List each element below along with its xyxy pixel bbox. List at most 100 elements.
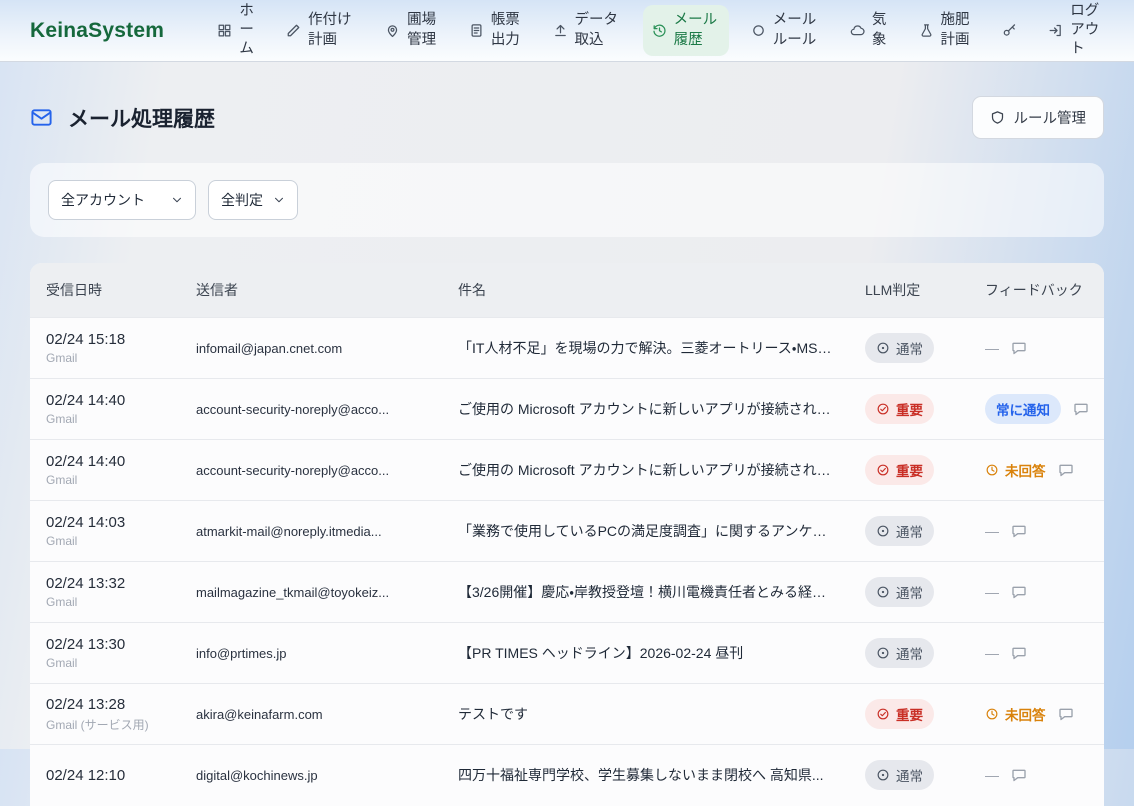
received-datetime: 02/24 15:18 [46,331,164,348]
nav-item-label: 施肥計画 [941,11,972,49]
table-row[interactable]: 02/24 14:40 Gmail account-security-norep… [30,440,1104,501]
received-datetime: 02/24 14:40 [46,392,164,409]
feedback-status: 未回答 [985,704,1046,724]
llm-judgement-badge: 通常 [865,516,934,546]
nav-item-cloud[interactable]: 気象 [841,5,897,55]
document-icon [469,23,484,38]
circle-dot-icon [876,524,890,538]
comment-icon[interactable] [1011,645,1027,661]
comment-icon[interactable] [1058,706,1074,722]
account-filter-value: 全アカウント [61,190,145,210]
circle-dot-icon [876,768,890,782]
mail-subject: ご使用の Microsoft アカウントに新しいアプリが接続されました [458,462,849,478]
page-title: メール処理履歴 [30,103,215,133]
chevron-down-icon [171,194,183,206]
map-pin-icon [385,23,400,38]
comment-icon[interactable] [1011,523,1027,539]
llm-judgement-badge: 重要 [865,394,934,424]
home-icon [217,23,232,38]
comment-icon[interactable] [1011,340,1027,356]
nav-item-label: 気象 [872,11,888,49]
nav-item-logout[interactable]: ログアウト [1039,0,1110,65]
sender-email: account-security-noreply@acco... [196,402,389,417]
circle-dot-icon [876,585,890,599]
nav-item-map-pin[interactable]: 圃場管理 [376,5,447,55]
upload-icon [553,23,568,38]
mail-subject: 四万十福祉専門学校、学生募集しないまま閉校へ 高知県... [458,767,824,783]
received-datetime: 02/24 12:10 [46,767,164,784]
nav-item-pencil[interactable]: 作付け計画 [277,5,363,55]
check-circle-icon [876,707,890,721]
history-icon [652,23,667,38]
rule-management-label: ルール管理 [1014,107,1087,128]
page-title-text: メール処理履歴 [68,103,215,133]
circle-icon [751,23,766,38]
sender-email: mailmagazine_tkmail@toyokeiz... [196,585,389,600]
circle-dot-icon [876,646,890,660]
col-feedback: フィードバック [969,263,1104,318]
table-row[interactable]: 02/24 13:28 Gmail (サービス用) akira@keinafar… [30,684,1104,745]
top-navbar: KeinaSystem ホーム 作付け計画 圃場管理 帳票出力 データ取込 メー… [0,0,1134,62]
table-row[interactable]: 02/24 15:18 Gmail infomail@japan.cnet.co… [30,318,1104,379]
mail-subject: ご使用の Microsoft アカウントに新しいアプリが接続されました [458,401,849,417]
nav-item-label: ホーム [239,2,255,59]
feedback-status: — [985,584,999,600]
judgement-filter-value: 全判定 [221,190,263,210]
clock-icon [985,707,999,721]
account-filter-select[interactable]: 全アカウント [48,180,196,220]
llm-judgement-label: 重要 [896,704,923,724]
received-datetime: 02/24 14:03 [46,514,164,531]
nav-item-document[interactable]: 帳票出力 [460,5,531,55]
feedback-status: — [985,340,999,356]
received-datetime: 02/24 13:28 [46,696,164,713]
sender-email: akira@keinafarm.com [196,707,323,722]
nav-item-label: メールルール [773,11,819,49]
check-circle-icon [876,463,890,477]
table-row[interactable]: 02/24 14:40 Gmail account-security-norep… [30,379,1104,440]
nav-item-home[interactable]: ホーム [208,0,264,65]
llm-judgement-label: 通常 [896,521,923,541]
comment-icon[interactable] [1073,401,1089,417]
account-name: Gmail [46,656,164,670]
col-subject: 件名 [442,263,849,318]
feedback-status: 未回答 [985,460,1046,480]
nav-item-key[interactable] [993,17,1026,44]
mail-subject: 「業務で使用しているPCの満足度調査」に関するアンケート ≪... [458,523,849,539]
comment-icon[interactable] [1011,767,1027,783]
shield-icon [990,110,1005,125]
key-icon [1002,23,1017,38]
sender-email: atmarkit-mail@noreply.itmedia... [196,524,382,539]
nav-item-flask[interactable]: 施肥計画 [910,5,981,55]
clock-icon [985,463,999,477]
received-datetime: 02/24 14:40 [46,453,164,470]
mail-subject: 【PR TIMES ヘッドライン】2026-02-24 昼刊 [458,645,743,661]
nav-item-label: 作付け計画 [308,11,354,49]
nav-item-label: 圃場管理 [407,11,438,49]
main-content: メール処理履歴 ルール管理 全アカウント 全判定 受信日時 送信者 件名 LLM… [0,62,1134,806]
account-name: Gmail [46,473,164,487]
received-datetime: 02/24 13:32 [46,575,164,592]
llm-judgement-label: 通常 [896,338,923,358]
llm-judgement-badge: 通常 [865,760,934,790]
main-nav: ホーム 作付け計画 圃場管理 帳票出力 データ取込 メール履歴 メールルール 気… [208,0,1110,65]
table-row[interactable]: 02/24 12:10 digital@kochinews.jp 四万十福祉専門… [30,745,1104,806]
llm-judgement-label: 通常 [896,643,923,663]
logout-icon [1048,23,1063,38]
chevron-down-icon [273,194,285,206]
table-row[interactable]: 02/24 13:30 Gmail info@prtimes.jp 【PR TI… [30,623,1104,684]
nav-item-circle[interactable]: メールルール [742,5,828,55]
col-received-datetime: 受信日時 [30,263,180,318]
nav-item-history[interactable]: メール履歴 [643,5,729,55]
check-circle-icon [876,402,890,416]
table-row[interactable]: 02/24 13:32 Gmail mailmagazine_tkmail@to… [30,562,1104,623]
judgement-filter-select[interactable]: 全判定 [208,180,298,220]
circle-dot-icon [876,341,890,355]
nav-item-upload[interactable]: データ取込 [544,5,630,55]
comment-icon[interactable] [1058,462,1074,478]
llm-judgement-label: 重要 [896,460,923,480]
sender-email: account-security-noreply@acco... [196,463,389,478]
comment-icon[interactable] [1011,584,1027,600]
table-row[interactable]: 02/24 14:03 Gmail atmarkit-mail@noreply.… [30,501,1104,562]
rule-management-button[interactable]: ルール管理 [972,96,1105,139]
llm-judgement-badge: 通常 [865,577,934,607]
